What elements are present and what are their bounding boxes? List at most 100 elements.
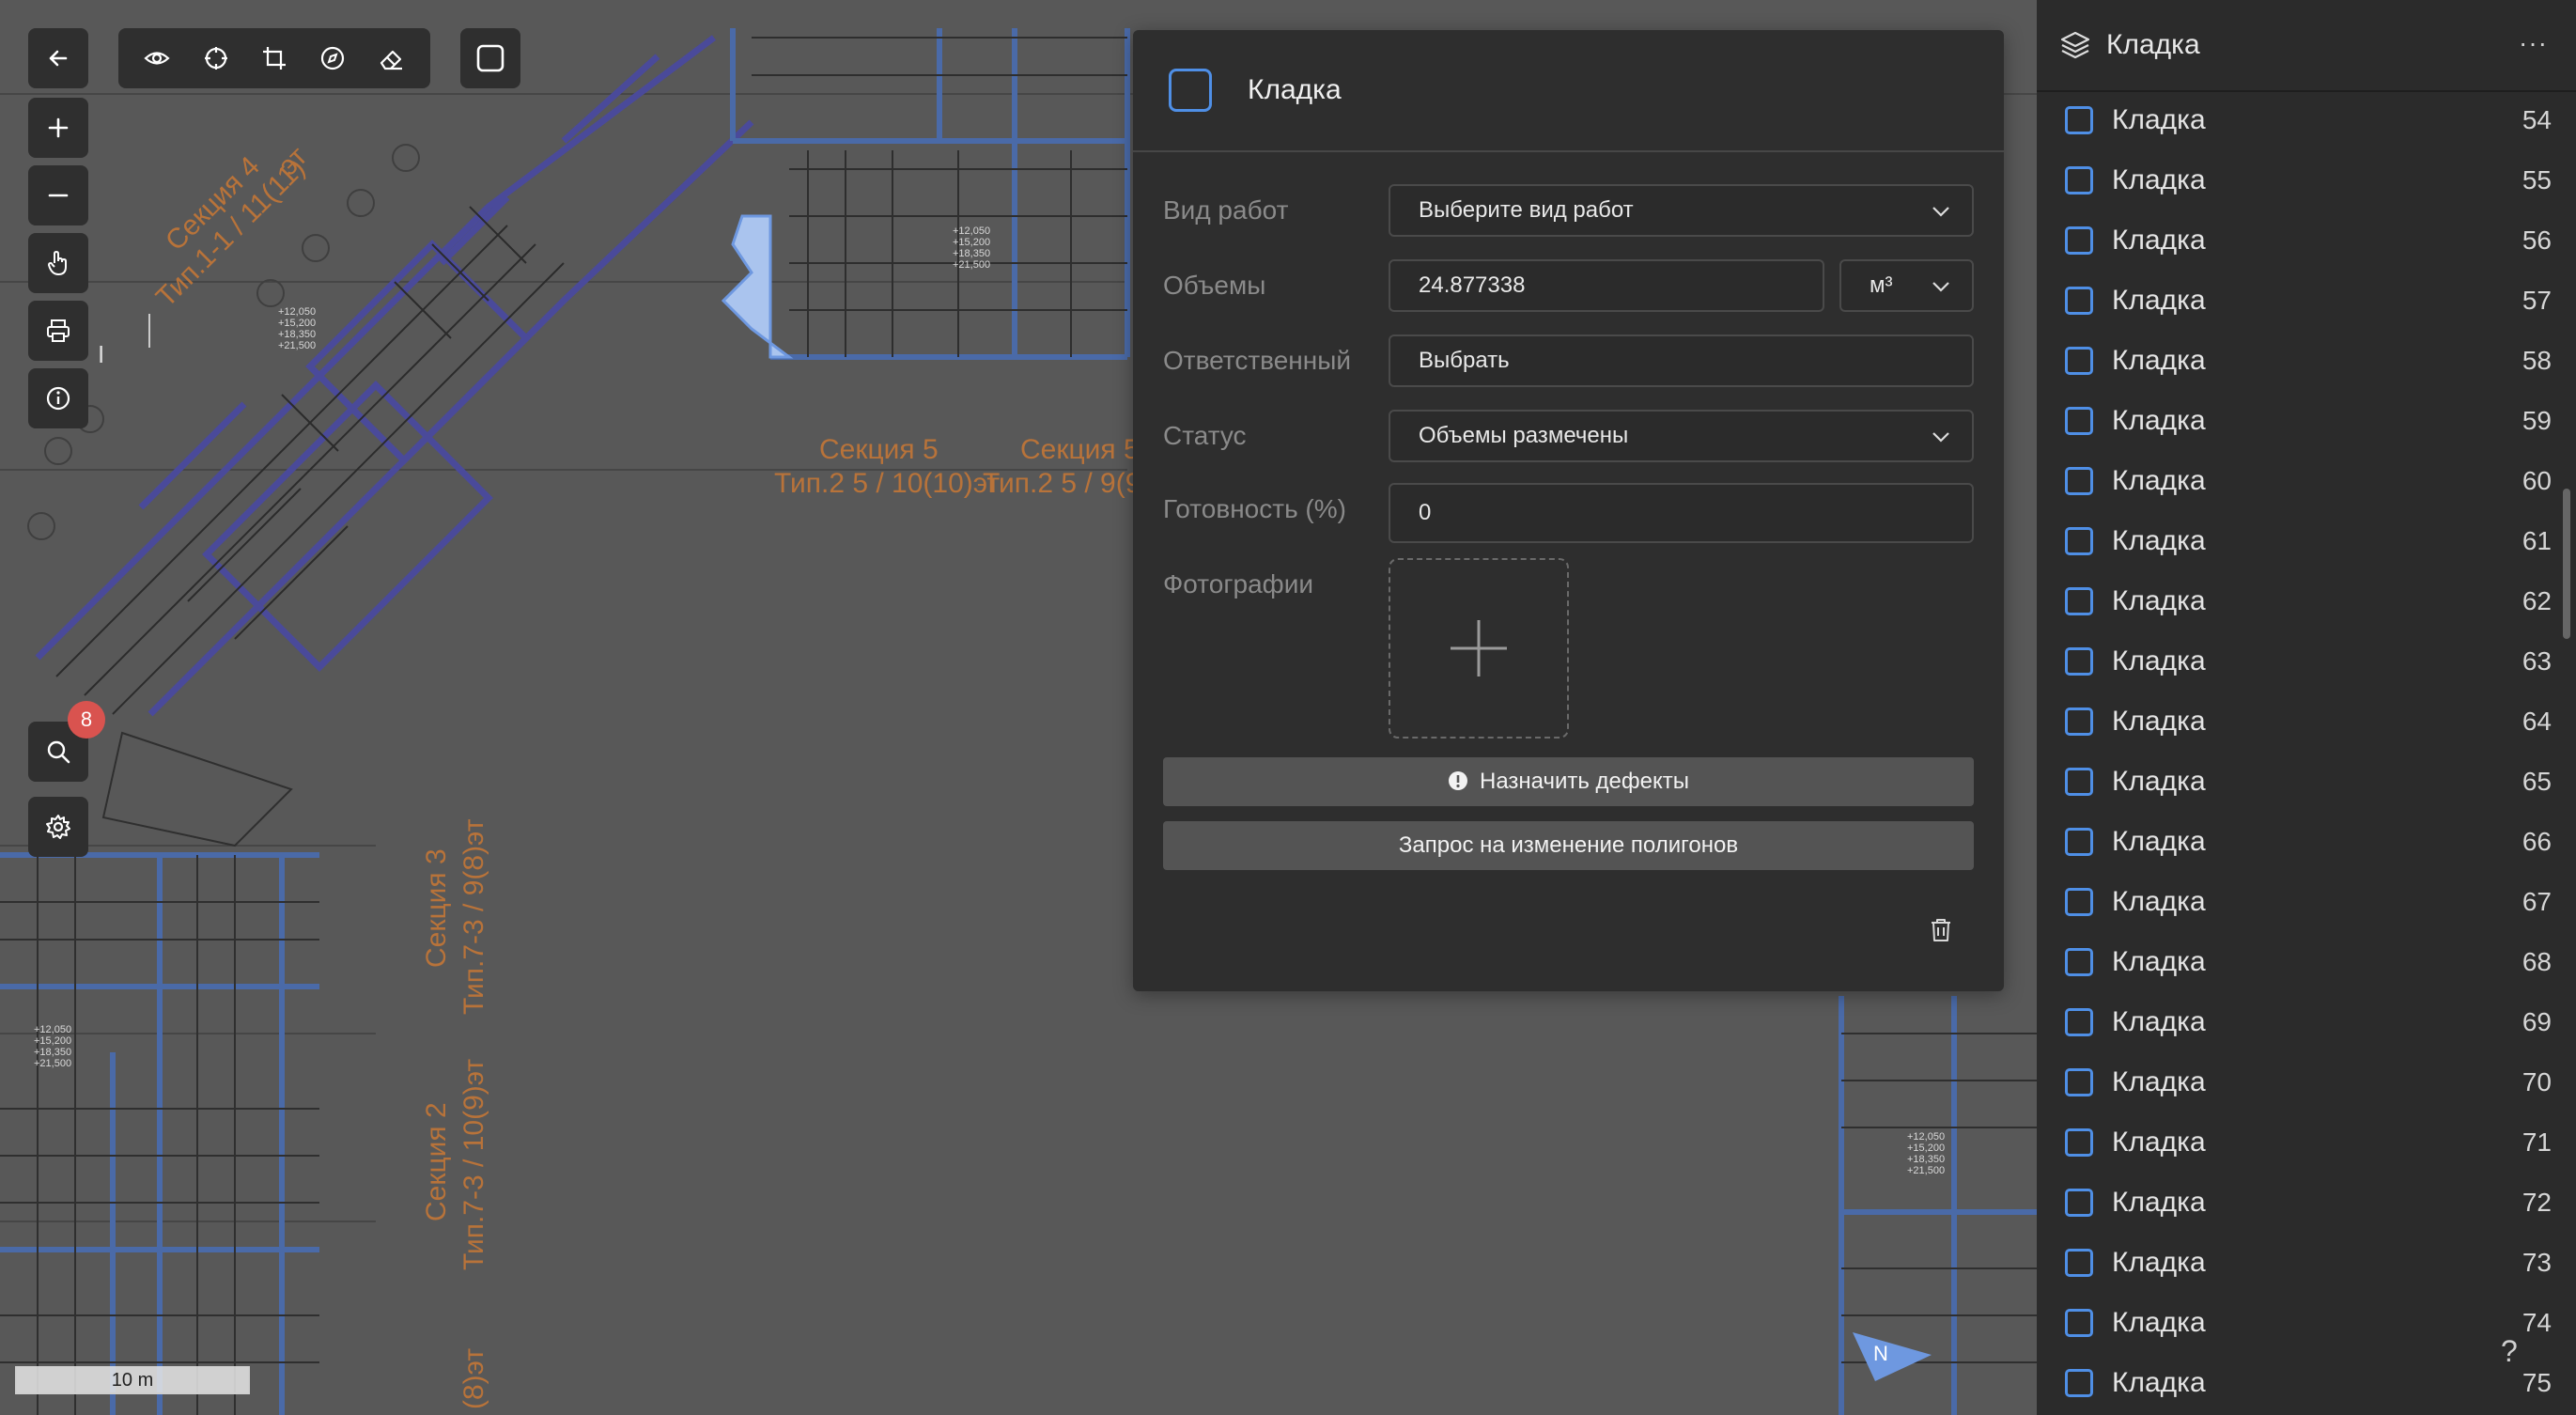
layer-item-checkbox[interactable] [2065,1128,2093,1157]
plus-icon [48,117,69,138]
layer-list-item[interactable]: Кладка 66 [2037,812,2552,872]
back-button[interactable] [28,28,88,88]
select-shape-button[interactable] [460,28,520,88]
layer-list-item[interactable]: Кладка 58 [2037,331,2552,391]
layer-list-item[interactable]: Кладка 74 [2037,1293,2552,1353]
layer-item-label: Кладка [2112,585,2206,616]
zoom-out-button[interactable] [28,165,88,225]
gear-icon [46,815,70,839]
delete-button[interactable] [1929,917,1957,945]
layer-list-item[interactable]: Кладка 64 [2037,692,2552,752]
layer-list-item[interactable]: Кладка 68 [2037,932,2552,992]
layer-item-checkbox[interactable] [2065,166,2093,194]
layer-list-item[interactable]: Кладка 62 [2037,571,2552,631]
navigate-tool[interactable] [310,36,355,81]
info-icon [46,386,70,411]
layer-item-number: 56 [2522,225,2552,255]
layer-item-label: Кладка [2112,645,2206,676]
more-menu-button[interactable]: ··· [2519,28,2548,58]
layer-list-item[interactable]: Кладка 71 [2037,1112,2552,1173]
info-button[interactable] [28,368,88,428]
layer-item-checkbox[interactable] [2065,527,2093,555]
layer-list-item[interactable]: Кладка 69 [2037,992,2552,1052]
layer-item-label: Кладка [2112,1127,2206,1158]
layer-item-number: 59 [2522,406,2552,435]
responsible-select[interactable]: Выбрать [1389,334,1974,387]
layer-item-checkbox[interactable] [2065,1068,2093,1096]
layer-item-checkbox[interactable] [2065,948,2093,976]
status-value: Объемы размечены [1419,423,1629,448]
layer-item-checkbox[interactable] [2065,226,2093,255]
layer-list-item[interactable]: Кладка 70 [2037,1052,2552,1112]
layer-item-checkbox[interactable] [2065,768,2093,796]
layer-list-item[interactable]: Кладка 65 [2037,752,2552,812]
layer-item-checkbox[interactable] [2065,106,2093,134]
layer-item-checkbox[interactable] [2065,587,2093,615]
layer-item-checkbox[interactable] [2065,407,2093,435]
object-checkbox[interactable] [1169,69,1212,112]
layer-item-checkbox[interactable] [2065,708,2093,736]
layer-list-item[interactable]: Кладка 54 [2037,90,2552,150]
target-tool[interactable] [194,36,239,81]
layer-item-checkbox[interactable] [2065,467,2093,495]
plan-label: Тип.7-3 / 10(9)эт [458,1058,489,1270]
layer-list-item[interactable]: Кладка 61 [2037,511,2552,571]
layer-item-checkbox[interactable] [2065,1189,2093,1217]
layer-item-number: 68 [2522,947,2552,976]
elevation-marks: +12,050 +15,200 +18,350 +21,500 [953,225,991,271]
polygon-change-request-button[interactable]: Запрос на изменение полигонов [1163,821,1974,870]
layer-list-item[interactable]: Кладка 57 [2037,271,2552,331]
sidebar-scrollbar[interactable] [2563,489,2570,639]
layer-item-checkbox[interactable] [2065,1369,2093,1397]
layer-item-number: 58 [2522,346,2552,375]
layer-item-checkbox[interactable] [2065,347,2093,375]
settings-button[interactable] [28,797,88,857]
layer-list-item[interactable]: Кладка 72 [2037,1173,2552,1233]
layer-item-checkbox[interactable] [2065,1008,2093,1036]
layer-item-checkbox[interactable] [2065,888,2093,916]
zoom-in-button[interactable] [28,98,88,158]
layer-item-label: Кладка [2112,1307,2206,1338]
crop-tool[interactable] [252,36,297,81]
print-button[interactable] [28,301,88,361]
eye-icon [144,52,170,65]
elevation-marks: +12,050 +15,200 +18,350 +21,500 [278,306,317,351]
panel-title: Кладка [1248,74,1342,105]
minus-icon [48,194,69,197]
work-type-select[interactable]: Выберите вид работ [1389,184,1974,237]
volume-input[interactable]: 24.877338 [1389,259,1824,312]
status-select[interactable]: Объемы размечены [1389,410,1974,462]
layer-list-item[interactable]: Кладка 73 [2037,1233,2552,1293]
photos-label: Фотографии [1163,569,1314,599]
plan-label: Тип.2 5 / 10(10)эт [774,468,1001,499]
layer-list-item[interactable]: Кладка 63 [2037,631,2552,692]
assign-defects-button[interactable]: Назначить дефекты [1163,757,1974,806]
layer-item-label: Кладка [2112,946,2206,977]
layer-list-item[interactable]: Кладка 67 [2037,872,2552,932]
layer-item-label: Кладка [2112,225,2206,256]
pan-button[interactable] [28,233,88,293]
help-button[interactable]: ? [2501,1334,2518,1369]
layer-item-number: 62 [2522,586,2552,615]
layer-item-checkbox[interactable] [2065,287,2093,315]
top-marker: I [98,340,105,368]
readiness-input[interactable]: 0 [1389,483,1974,543]
visibility-tool[interactable] [134,36,179,81]
add-photo-button[interactable] [1389,558,1569,739]
layer-list-item[interactable]: Кладка 56 [2037,210,2552,271]
layer-item-number: 55 [2522,165,2552,194]
layer-item-number: 61 [2522,526,2552,555]
layer-item-checkbox[interactable] [2065,1309,2093,1337]
volume-label: Объемы [1163,271,1266,300]
layer-list-item[interactable]: Кладка 60 [2037,451,2552,511]
erase-tool[interactable] [369,36,414,81]
layer-list-item[interactable]: Кладка 75 [2037,1353,2552,1413]
layer-item-checkbox[interactable] [2065,647,2093,676]
layer-list-item[interactable]: Кладка 59 [2037,391,2552,451]
unit-select[interactable]: м³ [1839,259,1974,312]
layer-list-item[interactable]: Кладка 55 [2037,150,2552,210]
layer-item-checkbox[interactable] [2065,1249,2093,1277]
hand-icon [48,251,67,275]
search-count-badge: 8 [68,701,105,739]
layer-item-checkbox[interactable] [2065,828,2093,856]
